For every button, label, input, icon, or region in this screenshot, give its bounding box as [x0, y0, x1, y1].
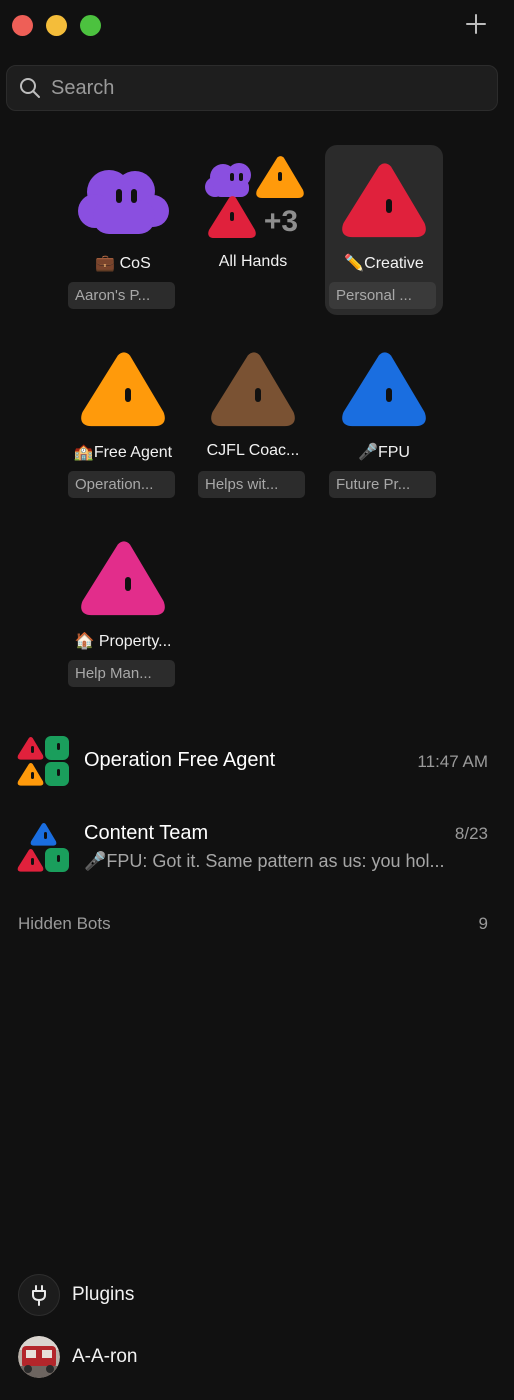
bot-description: Future Pr... [329, 471, 436, 498]
bot-description: Aaron's P... [68, 282, 175, 309]
bot-description: Help Man... [68, 660, 175, 687]
bot-name: 💼 CoS [95, 255, 151, 272]
bot-tile-cos[interactable]: 💼 CoS Aaron's P... [64, 145, 182, 315]
bot-name: 🏫Free Agent [73, 444, 173, 461]
blue-triangle-avatar-icon [342, 352, 426, 427]
conversation-time: 8/23 [454, 824, 488, 843]
search-input[interactable] [49, 75, 473, 101]
zoom-window-button[interactable] [80, 15, 101, 36]
extra-count-label: +3 [264, 205, 298, 238]
plug-icon [32, 1285, 46, 1306]
conversation-preview: 🎤FPU: Got it. Same pattern as us: you ho… [84, 851, 445, 871]
brown-triangle-avatar-icon [211, 352, 295, 427]
bot-tile-fpu[interactable]: 🎤FPU Future Pr... [325, 334, 443, 504]
conversation-row-content-team[interactable]: Content Team 8/23 🎤FPU: Got it. Same pat… [0, 818, 514, 878]
search-bar[interactable] [6, 65, 498, 111]
plugins-button[interactable]: Plugins [18, 1273, 134, 1317]
plug-icon-container [18, 1274, 60, 1316]
search-icon [20, 78, 40, 98]
group-chat-icon [17, 822, 69, 872]
group-avatar-icon: +3 [205, 156, 304, 238]
bot-name: 🎤FPU [358, 444, 410, 461]
red-triangle-avatar-icon [342, 163, 426, 238]
user-profile-button[interactable]: A-A-ron [18, 1335, 137, 1379]
bot-name: CJFL Coac... [206, 442, 300, 459]
conversation-title: Content Team [84, 822, 209, 844]
purple-cloud-avatar-icon [78, 170, 169, 234]
hidden-bots-row[interactable]: Hidden Bots 9 [18, 914, 488, 938]
close-window-button[interactable] [12, 15, 33, 36]
bot-description: Personal ... [329, 282, 436, 309]
hidden-bots-label: Hidden Bots [18, 914, 111, 933]
bot-name: ✏️Creative [344, 255, 424, 272]
conversation-time: 11:47 AM [417, 752, 488, 771]
user-name: A-A-ron [72, 1346, 138, 1367]
hidden-bots-count: 9 [478, 914, 488, 933]
bot-name: All Hands [218, 253, 288, 270]
conversation-row-operation-free-agent[interactable]: Operation Free Agent 11:47 AM [0, 732, 514, 792]
minimize-window-button[interactable] [46, 15, 67, 36]
orange-triangle-avatar-icon [81, 352, 165, 427]
window-controls [12, 15, 101, 36]
group-chat-icon [17, 736, 69, 786]
bot-tile-cjfl-coach[interactable]: CJFL Coac... Helps wit... [194, 334, 312, 504]
bot-tile-all-hands[interactable]: +3 All Hands [194, 145, 312, 315]
bot-tile-creative[interactable]: ✏️Creative Personal ... [325, 145, 443, 315]
bot-description: Operation... [68, 471, 175, 498]
conversation-title: Operation Free Agent [84, 749, 276, 771]
pink-triangle-avatar-icon [81, 541, 165, 616]
bot-tile-property[interactable]: 🏠 Property... Help Man... [64, 523, 182, 693]
new-chat-plus-icon[interactable] [464, 12, 488, 36]
plugins-label: Plugins [72, 1284, 135, 1305]
bot-description: Helps wit... [198, 471, 305, 498]
bot-tile-free-agent[interactable]: 🏫Free Agent Operation... [64, 334, 182, 504]
bot-name: 🏠 Property... [74, 633, 172, 650]
user-avatar [18, 1336, 60, 1378]
